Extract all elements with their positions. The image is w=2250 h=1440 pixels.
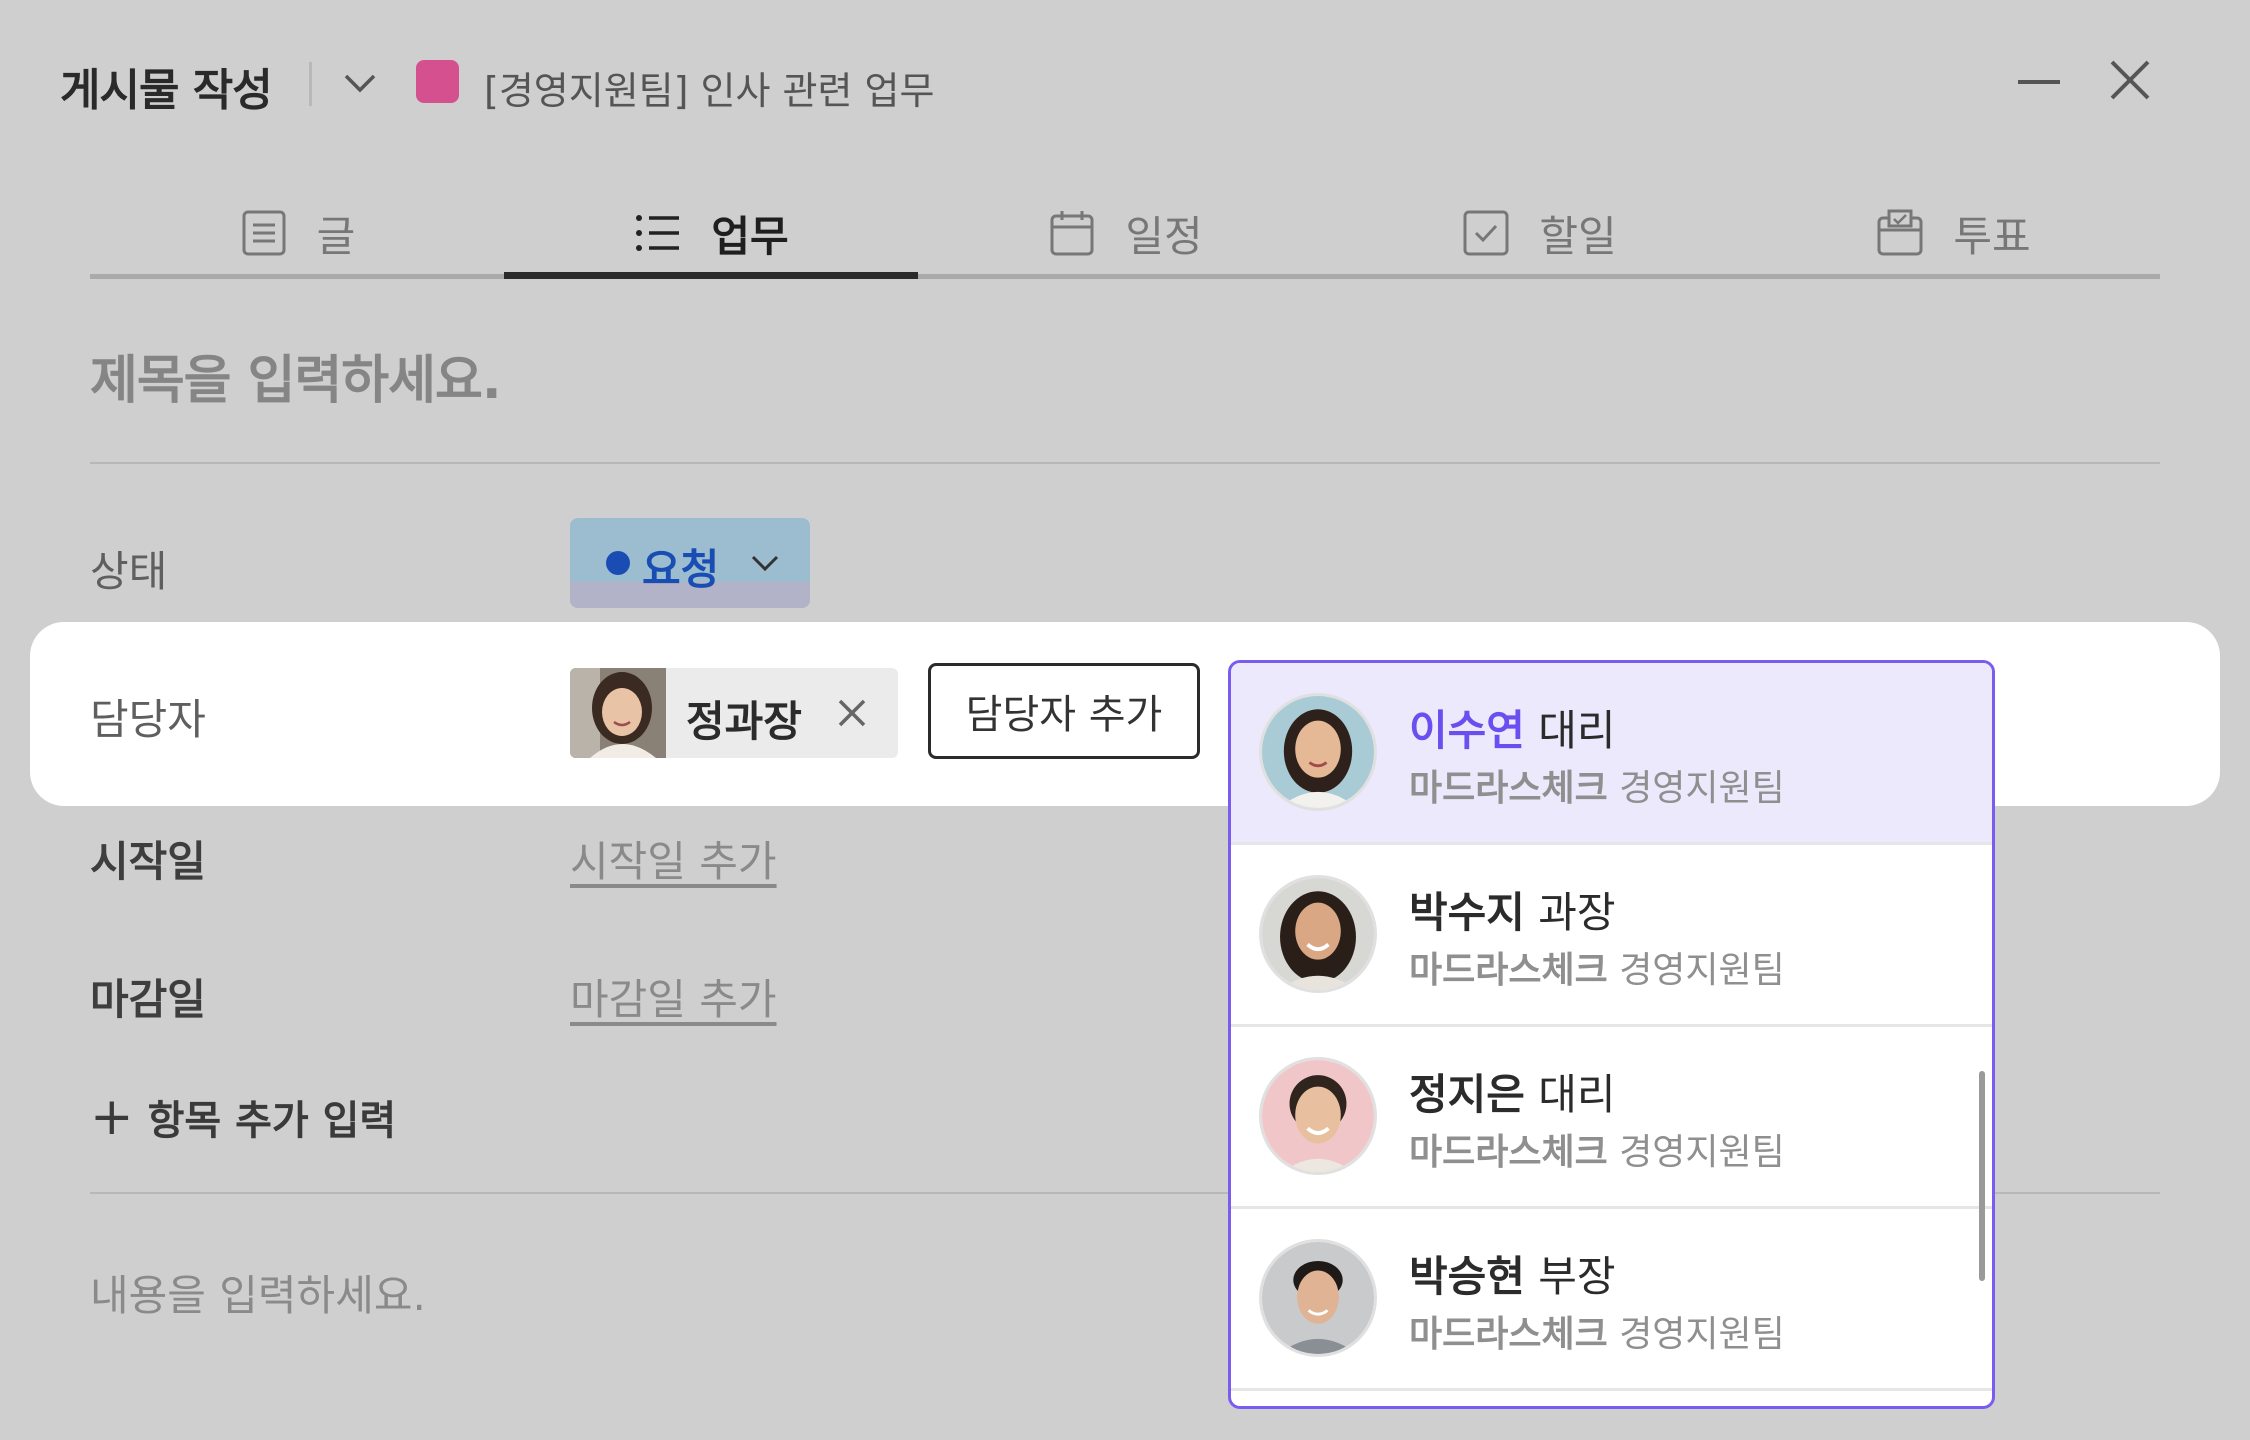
tab-label: 업무 — [711, 211, 789, 261]
assignee-chip: 정과장 — [570, 668, 898, 758]
tab-underline — [90, 274, 2160, 279]
assignee-dropdown[interactable]: 이수연 대리 마드라스체크 경영지원팀 박수지 과장 마드라스체크 경영지원팀 … — [1228, 660, 1995, 1409]
tab-task[interactable]: 업무 — [504, 190, 918, 276]
option-name: 박승현 부장 — [1409, 1252, 1616, 1301]
tab-todo[interactable]: 할일 — [1332, 190, 1746, 276]
close-icon[interactable] — [2106, 56, 2154, 104]
option-name: 정지은 대리 — [1409, 1070, 1616, 1119]
list-icon — [636, 215, 680, 251]
status-dropdown[interactable]: 요청 — [570, 518, 810, 608]
add-due-date-link[interactable]: 마감일 추가 — [570, 966, 777, 1027]
add-field-label: 항목 추가 입력 — [147, 1098, 397, 1144]
status-value: 요청 — [642, 545, 720, 594]
tab-post[interactable]: 글 — [90, 190, 504, 276]
tab-schedule[interactable]: 일정 — [918, 190, 1332, 276]
assignee-name: 정과장 — [686, 697, 802, 746]
assignee-option[interactable]: 정지은 대리 마드라스체크 경영지원팀 — [1231, 1027, 1992, 1209]
minimize-icon[interactable] — [2016, 62, 2062, 108]
checkbox-icon — [1463, 210, 1509, 256]
content-input[interactable]: 내용을 입력하세요. — [90, 1262, 426, 1323]
start-date-label: 시작일 — [90, 837, 206, 886]
title-input[interactable]: 제목을 입력하세요. — [90, 338, 502, 413]
header-divider — [309, 62, 312, 106]
assignee-label: 담당자 — [90, 695, 206, 744]
dropdown-scrollbar[interactable] — [1979, 1071, 1985, 1281]
title-divider — [90, 462, 2160, 464]
add-start-date-link[interactable]: 시작일 추가 — [570, 828, 777, 889]
ballot-box-icon — [1877, 209, 1923, 256]
add-assignee-button[interactable]: 담당자 추가 — [928, 663, 1200, 759]
assignee-option[interactable]: 박승현 부장 마드라스체크 경영지원팀 — [1231, 1209, 1992, 1391]
status-dot-icon — [606, 551, 630, 575]
board-name[interactable]: [경영지원팀] 인사 관련 업무 — [484, 60, 934, 115]
active-tab-indicator — [504, 272, 918, 279]
assignee-option[interactable]: 이수연 대리 마드라스체크 경영지원팀 — [1231, 663, 1992, 845]
add-field-button[interactable]: + 항목 추가 입력 — [90, 1088, 396, 1146]
avatar — [1259, 693, 1377, 811]
tab-label: 투표 — [1953, 211, 2031, 261]
option-org: 마드라스체크 경영지원팀 — [1409, 768, 1785, 809]
avatar — [1259, 1239, 1377, 1357]
option-org: 마드라스체크 경영지원팀 — [1409, 1314, 1785, 1355]
avatar — [1259, 1057, 1377, 1175]
chevron-down-icon[interactable] — [340, 66, 380, 102]
avatar — [570, 668, 666, 758]
tab-label: 글 — [316, 211, 356, 261]
option-name: 박수지 과장 — [1409, 888, 1616, 937]
option-org: 마드라스체크 경영지원팀 — [1409, 950, 1785, 991]
calendar-icon — [1050, 211, 1094, 256]
remove-assignee-icon[interactable] — [832, 693, 872, 733]
tab-label: 할일 — [1539, 211, 1617, 261]
board-color-swatch — [416, 60, 459, 103]
document-icon — [242, 210, 286, 256]
plus-icon: + — [90, 1087, 134, 1147]
assignee-option[interactable]: 박수지 과장 마드라스체크 경영지원팀 — [1231, 845, 1992, 1027]
tab-vote[interactable]: 투표 — [1746, 190, 2160, 276]
avatar — [1259, 875, 1377, 993]
dialog-title: 게시물 작성 — [60, 65, 273, 116]
option-org: 마드라스체크 경영지원팀 — [1409, 1132, 1785, 1173]
due-date-label: 마감일 — [90, 975, 206, 1024]
status-label: 상태 — [90, 547, 168, 596]
tab-label: 일정 — [1125, 211, 1203, 261]
chevron-down-icon — [751, 555, 779, 572]
option-name: 이수연 대리 — [1409, 706, 1616, 755]
